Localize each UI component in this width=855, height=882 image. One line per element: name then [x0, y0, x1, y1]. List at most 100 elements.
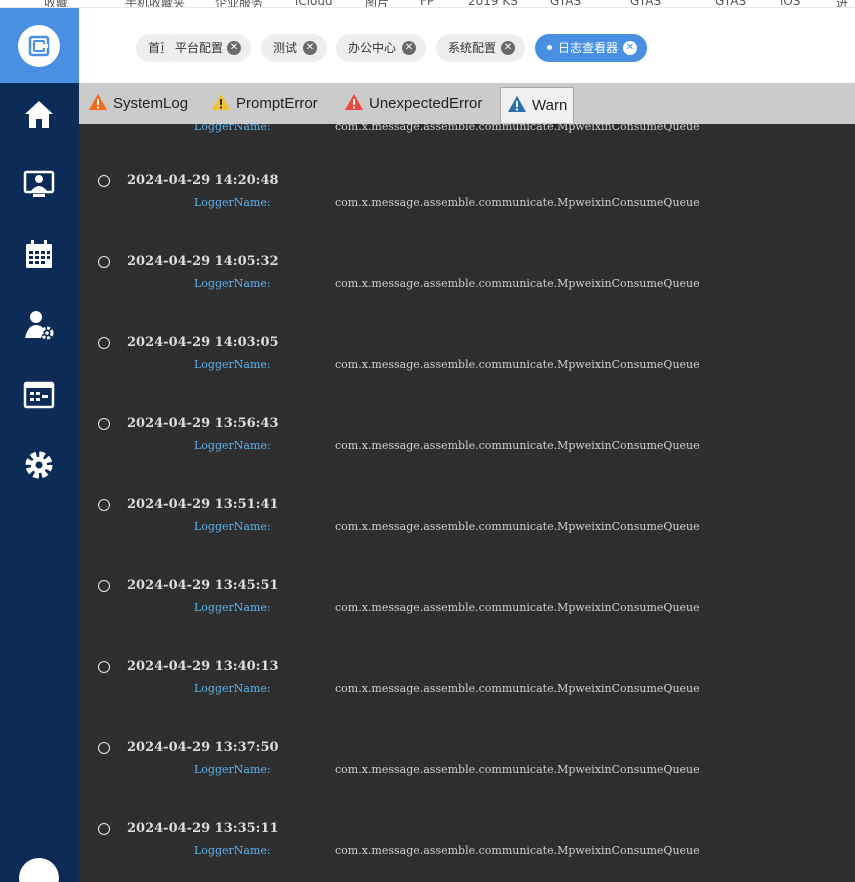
- log-entry[interactable]: 2024-04-29 14:20:48 LoggerName: com.x.me…: [79, 173, 855, 256]
- log-select-radio[interactable]: [98, 256, 110, 268]
- sidebar-nav: [0, 8, 79, 882]
- log-timestamp: 2024-04-29 13:40:13: [127, 659, 279, 674]
- logger-name-value: com.x.message.assemble.communicate.Mpwei…: [335, 763, 700, 776]
- tab-unexpectederror[interactable]: UnexpectedError: [344, 83, 482, 124]
- log-timestamp: 2024-04-29 13:45:51: [127, 578, 279, 593]
- bookmark-item[interactable]: 2019 KS: [468, 0, 518, 7]
- tab-label: 平台配置: [175, 41, 224, 55]
- log-select-radio[interactable]: [98, 337, 110, 349]
- logger-name-label: LoggerName:: [194, 520, 271, 533]
- gear-icon[interactable]: [20, 446, 58, 484]
- log-select-radio[interactable]: [98, 823, 110, 835]
- tab-label: 测试: [273, 41, 298, 55]
- logger-name-label: LoggerName:: [194, 601, 271, 614]
- log-timestamp: 2024-04-29 13:51:41: [127, 497, 279, 512]
- log-entry[interactable]: 2024-04-29 13:37:50 LoggerName: com.x.me…: [79, 740, 855, 823]
- bookmark-item[interactable]: FP: [420, 0, 434, 7]
- close-icon[interactable]: ✕: [402, 41, 416, 55]
- close-icon[interactable]: ✕: [227, 41, 241, 55]
- log-select-radio[interactable]: [98, 580, 110, 592]
- bookmark-item[interactable]: 企业服务: [215, 0, 263, 7]
- log-timestamp: 2024-04-29 13:35:11: [127, 821, 279, 836]
- logger-name-value: com.x.message.assemble.communicate.Mpwei…: [335, 520, 700, 533]
- log-entry[interactable]: LoggerName: com.x.message.assemble.commu…: [79, 124, 855, 180]
- tab-label: 系统配置: [448, 41, 497, 55]
- log-select-radio[interactable]: [98, 175, 110, 187]
- warning-orange-icon: [89, 94, 107, 110]
- bookmark-item[interactable]: GTAS: [630, 0, 661, 7]
- logger-name-value: com.x.message.assemble.communicate.Mpwei…: [335, 439, 700, 452]
- tab-label: 日志查看器: [558, 41, 619, 55]
- tab-test[interactable]: 测试 ✕: [261, 34, 327, 62]
- tab-warn[interactable]: Warn: [500, 87, 575, 123]
- bookmark-item[interactable]: GTAS: [715, 0, 746, 7]
- logo-area[interactable]: [0, 8, 79, 83]
- user-monitor-icon[interactable]: [20, 165, 58, 203]
- log-entry[interactable]: 2024-04-29 13:51:41 LoggerName: com.x.me…: [79, 497, 855, 580]
- logger-name-value: com.x.message.assemble.communicate.Mpwei…: [335, 601, 700, 614]
- tab-platform-config[interactable]: 平台配置 ✕: [163, 34, 251, 62]
- warning-blue-icon: [508, 96, 526, 112]
- dashboard-window-icon[interactable]: [20, 376, 58, 414]
- log-entry[interactable]: 2024-04-29 13:35:11 LoggerName: com.x.me…: [79, 821, 855, 882]
- open-tabs-bar: 首页 平台配置 ✕ 测试 ✕ 办公中心 ✕ 系统配置 ✕ 日志查看器 ✕: [79, 8, 855, 83]
- log-timestamp: 2024-04-29 14:03:05: [127, 335, 279, 350]
- log-select-radio[interactable]: [98, 661, 110, 673]
- tab-label: PromptError: [236, 95, 318, 112]
- logger-name-value: com.x.message.assemble.communicate.Mpwei…: [335, 682, 700, 695]
- bookmark-item[interactable]: 收藏: [44, 0, 68, 7]
- logger-name-label: LoggerName:: [194, 124, 271, 133]
- log-select-radio[interactable]: [98, 499, 110, 511]
- log-select-radio[interactable]: [98, 742, 110, 754]
- logger-name-value: com.x.message.assemble.communicate.Mpwei…: [335, 844, 700, 857]
- bookmark-item[interactable]: 手机收藏夹: [125, 0, 185, 7]
- tab-prompterror[interactable]: PromptError: [211, 83, 318, 124]
- tab-label: Warn: [532, 97, 568, 114]
- bookmark-item[interactable]: iCloud: [295, 0, 333, 7]
- logger-name-label: LoggerName:: [194, 358, 271, 371]
- user-settings-icon[interactable]: [20, 306, 58, 344]
- close-icon[interactable]: ✕: [623, 41, 637, 55]
- tab-systemlog[interactable]: SystemLog: [88, 83, 188, 124]
- bookmark-item[interactable]: GTAS: [550, 0, 581, 7]
- tab-log-viewer[interactable]: 日志查看器 ✕: [535, 34, 647, 62]
- tab-label: SystemLog: [113, 95, 189, 112]
- warning-red-icon: [345, 94, 363, 110]
- log-level-tabs: SystemLog PromptError UnexpectedError Wa…: [79, 83, 855, 124]
- logger-name-label: LoggerName:: [194, 682, 271, 695]
- logger-name-label: LoggerName:: [194, 196, 271, 209]
- log-timestamp: 2024-04-29 14:20:48: [127, 173, 279, 188]
- log-entry[interactable]: 2024-04-29 13:45:51 LoggerName: com.x.me…: [79, 578, 855, 661]
- logger-name-label: LoggerName:: [194, 844, 271, 857]
- tab-system-config[interactable]: 系统配置 ✕: [436, 34, 525, 62]
- log-entry[interactable]: 2024-04-29 13:56:43 LoggerName: com.x.me…: [79, 416, 855, 499]
- log-timestamp: 2024-04-29 13:37:50: [127, 740, 279, 755]
- log-entry[interactable]: 2024-04-29 13:40:13 LoggerName: com.x.me…: [79, 659, 855, 742]
- logger-name-value: com.x.message.assemble.communicate.Mpwei…: [335, 124, 700, 133]
- bookmark-item[interactable]: 进: [836, 0, 848, 7]
- close-icon[interactable]: ✕: [501, 41, 515, 55]
- log-timestamp: 2024-04-29 14:05:32: [127, 254, 279, 269]
- active-dot-icon: [547, 45, 552, 50]
- log-entry[interactable]: 2024-04-29 14:03:05 LoggerName: com.x.me…: [79, 335, 855, 418]
- log-entry[interactable]: 2024-04-29 14:05:32 LoggerName: com.x.me…: [79, 254, 855, 337]
- logger-name-value: com.x.message.assemble.communicate.Mpwei…: [335, 196, 700, 209]
- logger-name-label: LoggerName:: [194, 763, 271, 776]
- tab-label: 办公中心: [348, 41, 397, 55]
- log-list[interactable]: LoggerName: com.x.message.assemble.commu…: [79, 124, 855, 882]
- tab-label: UnexpectedError: [369, 95, 483, 112]
- logger-name-label: LoggerName:: [194, 277, 271, 290]
- browser-bookmarks-bar: 收藏 手机收藏夹 企业服务 iCloud 图片 FP 2019 KS GTAS …: [0, 0, 855, 8]
- logger-name-label: LoggerName:: [194, 439, 271, 452]
- logger-name-value: com.x.message.assemble.communicate.Mpwei…: [335, 277, 700, 290]
- log-timestamp: 2024-04-29 13:56:43: [127, 416, 279, 431]
- close-icon[interactable]: ✕: [303, 41, 317, 55]
- home-icon[interactable]: [20, 95, 58, 133]
- tab-office-center[interactable]: 办公中心 ✕: [336, 34, 426, 62]
- warning-yellow-icon: [212, 94, 230, 110]
- log-select-radio[interactable]: [98, 418, 110, 430]
- calendar-icon[interactable]: [20, 236, 58, 274]
- app-logo-icon: [18, 25, 60, 67]
- bookmark-item[interactable]: iOS: [780, 0, 800, 7]
- bookmark-item[interactable]: 图片: [365, 0, 389, 7]
